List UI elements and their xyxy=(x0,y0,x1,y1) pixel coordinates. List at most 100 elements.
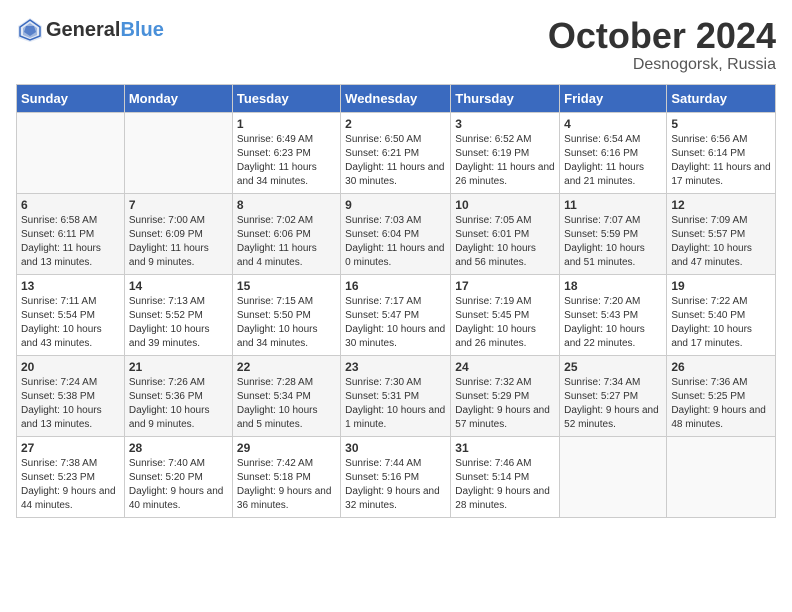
col-saturday: Saturday xyxy=(667,84,776,112)
week-row-3: 13 Sunrise: 7:11 AMSunset: 5:54 PMDayligh… xyxy=(17,274,776,355)
day-number: 28 xyxy=(129,441,228,455)
day-number: 19 xyxy=(671,279,771,293)
cell-w1-d1 xyxy=(17,112,125,193)
day-number: 24 xyxy=(455,360,555,374)
day-info: Sunrise: 7:32 AMSunset: 5:29 PMDaylight:… xyxy=(455,376,555,432)
day-info: Sunrise: 6:52 AMSunset: 6:19 PMDaylight:… xyxy=(455,133,555,189)
day-number: 18 xyxy=(564,279,662,293)
cell-w3-d5: 17 Sunrise: 7:19 AMSunset: 5:45 PMDayligh… xyxy=(451,274,560,355)
day-info: Sunrise: 7:26 AMSunset: 5:36 PMDaylight:… xyxy=(129,376,228,432)
day-info: Sunrise: 6:50 AMSunset: 6:21 PMDaylight:… xyxy=(345,133,446,189)
cell-w3-d1: 13 Sunrise: 7:11 AMSunset: 5:54 PMDayligh… xyxy=(17,274,125,355)
cell-w5-d1: 27 Sunrise: 7:38 AMSunset: 5:23 PMDayligh… xyxy=(17,436,125,517)
day-number: 5 xyxy=(671,117,771,131)
header-row: Sunday Monday Tuesday Wednesday Thursday… xyxy=(17,84,776,112)
cell-w1-d4: 2Sunrise: 6:50 AMSunset: 6:21 PMDaylight… xyxy=(341,112,451,193)
day-info: Sunrise: 6:56 AMSunset: 6:14 PMDaylight:… xyxy=(671,133,771,189)
location: Desnogorsk, Russia xyxy=(548,56,776,74)
cell-w1-d6: 4Sunrise: 6:54 AMSunset: 6:16 PMDaylight… xyxy=(560,112,667,193)
day-info: Sunrise: 7:28 AMSunset: 5:34 PMDaylight:… xyxy=(237,376,336,432)
week-row-4: 20 Sunrise: 7:24 AMSunset: 5:38 PMDayligh… xyxy=(17,355,776,436)
day-number: 15 xyxy=(237,279,336,293)
month-year: October 2024 xyxy=(548,16,776,56)
cell-w1-d5: 3 Sunrise: 6:52 AMSunset: 6:19 PMDaylight… xyxy=(451,112,560,193)
cell-w4-d1: 20 Sunrise: 7:24 AMSunset: 5:38 PMDayligh… xyxy=(17,355,125,436)
day-number: 27 xyxy=(21,441,120,455)
cell-w4-d3: 22 Sunrise: 7:28 AMSunset: 5:34 PMDayligh… xyxy=(232,355,340,436)
logo-icon xyxy=(16,16,44,44)
day-info: Sunrise: 7:40 AMSunset: 5:20 PMDaylight:… xyxy=(129,457,228,513)
day-info: Sunrise: 7:15 AMSunset: 5:50 PMDaylight:… xyxy=(237,295,336,351)
cell-w5-d4: 30 Sunrise: 7:44 AMSunset: 5:16 PMDayligh… xyxy=(341,436,451,517)
day-info: Sunrise: 7:46 AMSunset: 5:14 PMDaylight:… xyxy=(455,457,555,513)
day-number: 8 xyxy=(237,198,336,212)
cell-w2-d2: 7 Sunrise: 7:00 AMSunset: 6:09 PMDaylight… xyxy=(124,193,232,274)
cell-w1-d7: 5 Sunrise: 6:56 AMSunset: 6:14 PMDaylight… xyxy=(667,112,776,193)
col-friday: Friday xyxy=(560,84,667,112)
cell-w2-d5: 10 Sunrise: 7:05 AMSunset: 6:01 PMDayligh… xyxy=(451,193,560,274)
day-number: 11 xyxy=(564,198,662,212)
logo-general: General xyxy=(46,19,120,41)
day-number: 7 xyxy=(129,198,228,212)
calendar-table: Sunday Monday Tuesday Wednesday Thursday… xyxy=(16,84,776,518)
day-number: 16 xyxy=(345,279,446,293)
day-number: 29 xyxy=(237,441,336,455)
cell-w4-d4: 23 Sunrise: 7:30 AMSunset: 5:31 PMDayligh… xyxy=(341,355,451,436)
logo: GeneralBlue xyxy=(16,16,164,44)
col-tuesday: Tuesday xyxy=(232,84,340,112)
day-number: 22 xyxy=(237,360,336,374)
day-number: 14 xyxy=(129,279,228,293)
day-info: Sunrise: 7:30 AMSunset: 5:31 PMDaylight:… xyxy=(345,376,446,432)
day-info: Sunrise: 7:19 AMSunset: 5:45 PMDaylight:… xyxy=(455,295,555,351)
week-row-2: 6Sunrise: 6:58 AMSunset: 6:11 PMDaylight… xyxy=(17,193,776,274)
day-number: 23 xyxy=(345,360,446,374)
cell-w2-d4: 9Sunrise: 7:03 AMSunset: 6:04 PMDaylight… xyxy=(341,193,451,274)
day-info: Sunrise: 7:17 AMSunset: 5:47 PMDaylight:… xyxy=(345,295,446,351)
cell-w4-d7: 26 Sunrise: 7:36 AMSunset: 5:25 PMDayligh… xyxy=(667,355,776,436)
day-info: Sunrise: 7:22 AMSunset: 5:40 PMDaylight:… xyxy=(671,295,771,351)
cell-w5-d6 xyxy=(560,436,667,517)
cell-w2-d7: 12 Sunrise: 7:09 AMSunset: 5:57 PMDayligh… xyxy=(667,193,776,274)
day-info: Sunrise: 7:36 AMSunset: 5:25 PMDaylight:… xyxy=(671,376,771,432)
week-row-1: 1 Sunrise: 6:49 AMSunset: 6:23 PMDaylight… xyxy=(17,112,776,193)
day-number: 21 xyxy=(129,360,228,374)
day-number: 30 xyxy=(345,441,446,455)
cell-w4-d5: 24 Sunrise: 7:32 AMSunset: 5:29 PMDayligh… xyxy=(451,355,560,436)
day-info: Sunrise: 7:38 AMSunset: 5:23 PMDaylight:… xyxy=(21,457,120,513)
day-info: Sunrise: 7:00 AMSunset: 6:09 PMDaylight:… xyxy=(129,214,228,270)
day-info: Sunrise: 7:09 AMSunset: 5:57 PMDaylight:… xyxy=(671,214,771,270)
day-info: Sunrise: 7:34 AMSunset: 5:27 PMDaylight:… xyxy=(564,376,662,432)
week-row-5: 27 Sunrise: 7:38 AMSunset: 5:23 PMDayligh… xyxy=(17,436,776,517)
cell-w3-d6: 18Sunrise: 7:20 AMSunset: 5:43 PMDayligh… xyxy=(560,274,667,355)
day-info: Sunrise: 7:05 AMSunset: 6:01 PMDaylight:… xyxy=(455,214,555,270)
cell-w4-d2: 21 Sunrise: 7:26 AMSunset: 5:36 PMDayligh… xyxy=(124,355,232,436)
day-info: Sunrise: 7:13 AMSunset: 5:52 PMDaylight:… xyxy=(129,295,228,351)
day-info: Sunrise: 7:42 AMSunset: 5:18 PMDaylight:… xyxy=(237,457,336,513)
day-number: 25 xyxy=(564,360,662,374)
day-number: 13 xyxy=(21,279,120,293)
cell-w3-d4: 16 Sunrise: 7:17 AMSunset: 5:47 PMDayligh… xyxy=(341,274,451,355)
day-number: 12 xyxy=(671,198,771,212)
day-number: 20 xyxy=(21,360,120,374)
day-number: 10 xyxy=(455,198,555,212)
day-number: 3 xyxy=(455,117,555,131)
cell-w2-d3: 8 Sunrise: 7:02 AMSunset: 6:06 PMDaylight… xyxy=(232,193,340,274)
day-number: 6 xyxy=(21,198,120,212)
cell-w2-d1: 6Sunrise: 6:58 AMSunset: 6:11 PMDaylight… xyxy=(17,193,125,274)
day-number: 26 xyxy=(671,360,771,374)
day-number: 9 xyxy=(345,198,446,212)
day-info: Sunrise: 7:24 AMSunset: 5:38 PMDaylight:… xyxy=(21,376,120,432)
day-info: Sunrise: 6:54 AMSunset: 6:16 PMDaylight:… xyxy=(564,133,662,189)
day-info: Sunrise: 7:11 AMSunset: 5:54 PMDaylight:… xyxy=(21,295,120,351)
day-info: Sunrise: 6:49 AMSunset: 6:23 PMDaylight:… xyxy=(237,133,336,189)
day-info: Sunrise: 7:44 AMSunset: 5:16 PMDaylight:… xyxy=(345,457,446,513)
day-info: Sunrise: 7:07 AMSunset: 5:59 PMDaylight:… xyxy=(564,214,662,270)
col-thursday: Thursday xyxy=(451,84,560,112)
day-number: 1 xyxy=(237,117,336,131)
day-info: Sunrise: 7:02 AMSunset: 6:06 PMDaylight:… xyxy=(237,214,336,270)
cell-w3-d2: 14 Sunrise: 7:13 AMSunset: 5:52 PMDayligh… xyxy=(124,274,232,355)
cell-w1-d2 xyxy=(124,112,232,193)
month-title: October 2024 Desnogorsk, Russia xyxy=(548,16,776,74)
day-number: 17 xyxy=(455,279,555,293)
cell-w3-d3: 15 Sunrise: 7:15 AMSunset: 5:50 PMDayligh… xyxy=(232,274,340,355)
